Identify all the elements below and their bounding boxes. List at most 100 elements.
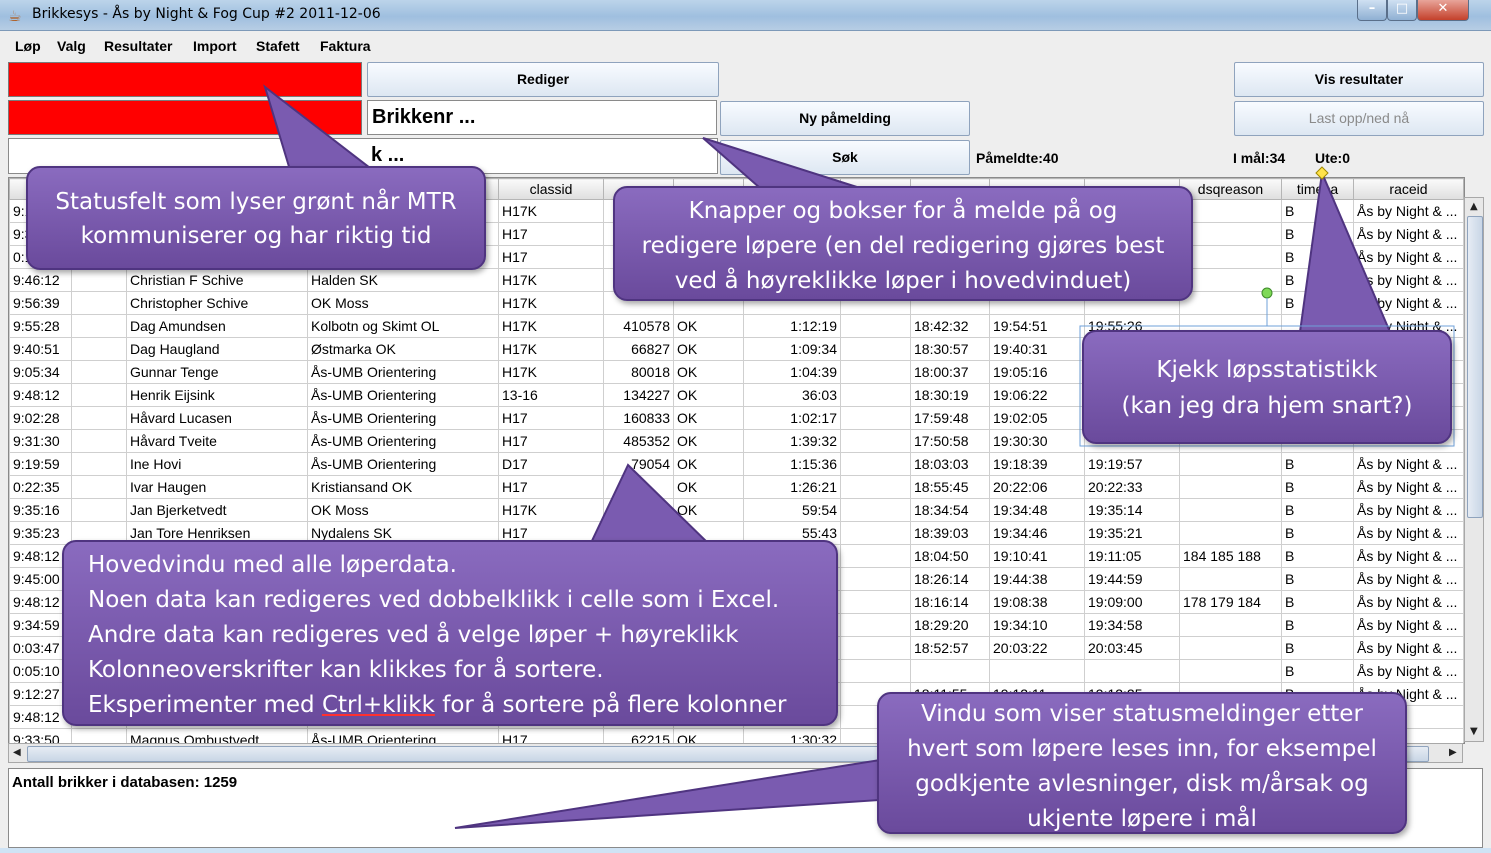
table-cell[interactable]: 18:30:57 — [910, 337, 990, 361]
table-cell[interactable]: 9:35:16 — [9, 498, 72, 522]
table-cell[interactable]: 17:59:48 — [910, 406, 990, 430]
table-cell[interactable]: 20:03:22 — [989, 636, 1085, 660]
table-cell[interactable]: 9:40:51 — [9, 337, 72, 361]
table-cell[interactable] — [840, 383, 911, 407]
table-cell[interactable]: 9:05:34 — [9, 360, 72, 384]
table-cell[interactable]: B — [1281, 291, 1354, 315]
brikkenr-input[interactable]: Brikkenr ... — [367, 100, 717, 135]
table-cell[interactable] — [603, 498, 674, 522]
scroll-left-icon[interactable]: ◀ — [13, 747, 21, 758]
table-cell[interactable]: H17K — [498, 360, 604, 384]
table-cell[interactable]: B — [1281, 199, 1354, 223]
table-cell[interactable]: H17K — [498, 291, 604, 315]
table-cell[interactable]: OK — [673, 383, 744, 407]
table-cell[interactable]: Ås by Night & ... — [1353, 268, 1464, 292]
table-cell[interactable]: Ivar Haugen — [126, 475, 308, 499]
table-cell[interactable]: 19:08:38 — [989, 590, 1085, 614]
table-cell[interactable]: B — [1281, 521, 1354, 545]
menu-faktura[interactable]: Faktura — [320, 38, 371, 54]
table-cell[interactable]: H17 — [498, 728, 604, 743]
table-cell[interactable]: Ås by Night & ... — [1353, 452, 1464, 476]
scroll-up-icon[interactable]: ▲ — [1470, 201, 1478, 212]
table-cell[interactable]: 80018 — [603, 360, 674, 384]
table-cell[interactable] — [71, 383, 127, 407]
table-cell[interactable] — [989, 659, 1085, 683]
table-cell[interactable]: Ås by Night & ... — [1353, 659, 1464, 683]
table-cell[interactable]: 19:34:46 — [989, 521, 1085, 545]
table-cell[interactable]: 18:29:20 — [910, 613, 990, 637]
table-cell[interactable]: B — [1281, 452, 1354, 476]
maximize-button[interactable]: □ — [1387, 0, 1417, 21]
table-cell[interactable]: OK — [673, 406, 744, 430]
table-cell[interactable]: Jan Bjerketvedt — [126, 498, 308, 522]
table-cell[interactable] — [1179, 475, 1282, 499]
table-cell[interactable]: 18:00:37 — [910, 360, 990, 384]
table-cell[interactable] — [71, 452, 127, 476]
table-cell[interactable] — [840, 314, 911, 338]
table-cell[interactable] — [840, 452, 911, 476]
table-cell[interactable]: Dag Haugland — [126, 337, 308, 361]
table-cell[interactable]: 1:26:21 — [743, 475, 841, 499]
table-cell[interactable]: 19:09:00 — [1084, 590, 1180, 614]
table-cell[interactable]: 9:02:28 — [9, 406, 72, 430]
table-cell[interactable]: Ås-UMB Orientering — [307, 360, 499, 384]
table-cell[interactable] — [840, 360, 911, 384]
table-cell[interactable]: 5 — [1179, 268, 1282, 292]
table-cell[interactable] — [1179, 636, 1282, 660]
table-cell[interactable]: Magnus Ombustvedt — [126, 728, 308, 743]
table-cell[interactable] — [71, 314, 127, 338]
table-cell[interactable]: H17 — [498, 406, 604, 430]
table-cell[interactable] — [1179, 498, 1282, 522]
table-cell[interactable] — [840, 337, 911, 361]
table-row[interactable]: 9:19:59 Ine Hovi Ås-UMB Orientering D17 7905… — [9, 452, 1464, 476]
table-cell[interactable]: Ås by Night & ... — [1353, 544, 1464, 568]
table-cell[interactable]: OK — [673, 452, 744, 476]
table-cell[interactable]: 18:34:54 — [910, 498, 990, 522]
table-cell[interactable] — [1179, 291, 1282, 315]
table-cell[interactable]: 66827 — [603, 337, 674, 361]
table-cell[interactable]: 9:55:28 — [9, 314, 72, 338]
table-cell[interactable] — [71, 475, 127, 499]
table-cell[interactable]: 18:55:45 — [910, 475, 990, 499]
table-cell[interactable]: D17 — [498, 452, 604, 476]
table-cell[interactable]: 19:35:21 — [1084, 521, 1180, 545]
table-cell[interactable] — [1179, 659, 1282, 683]
table-cell[interactable]: H17K — [498, 337, 604, 361]
table-cell[interactable]: H17K — [498, 268, 604, 292]
table-cell[interactable]: H17 — [498, 475, 604, 499]
table-cell[interactable]: Ås by Night & ... — [1353, 613, 1464, 637]
table-cell[interactable]: 18:16:14 — [910, 590, 990, 614]
table-cell[interactable] — [840, 613, 911, 637]
table-cell[interactable]: 184 185 188 — [1179, 544, 1282, 568]
table-cell[interactable]: B — [1281, 567, 1354, 591]
table-cell[interactable] — [840, 544, 911, 568]
table-cell[interactable]: 20:22:06 — [989, 475, 1085, 499]
table-cell[interactable] — [1179, 222, 1282, 246]
column-header[interactable]: classid — [498, 178, 604, 200]
table-cell[interactable]: 19:05:16 — [989, 360, 1085, 384]
table-cell[interactable] — [840, 475, 911, 499]
table-cell[interactable]: B — [1281, 544, 1354, 568]
table-row[interactable]: 0:22:35 Ivar Haugen Kristiansand OK H17 OK 1:… — [9, 475, 1464, 499]
table-cell[interactable]: Ine Hovi — [126, 452, 308, 476]
table-cell[interactable] — [603, 475, 674, 499]
column-header[interactable]: raceid — [1353, 178, 1464, 200]
table-cell[interactable] — [1084, 659, 1180, 683]
table-cell[interactable]: 62215 — [603, 728, 674, 743]
table-cell[interactable]: Ås-UMB Orientering — [307, 383, 499, 407]
table-cell[interactable]: Ås by Night & ... — [1353, 567, 1464, 591]
table-cell[interactable] — [1179, 567, 1282, 591]
table-cell[interactable]: 9:35:23 — [9, 521, 72, 545]
table-cell[interactable]: 1:15:36 — [743, 452, 841, 476]
table-cell[interactable]: 59:54 — [743, 498, 841, 522]
table-cell[interactable]: Gunnar Tenge — [126, 360, 308, 384]
table-cell[interactable] — [1179, 245, 1282, 269]
table-cell[interactable] — [71, 498, 127, 522]
table-cell[interactable]: 19:18:39 — [989, 452, 1085, 476]
table-cell[interactable]: OK Moss — [307, 498, 499, 522]
table-cell[interactable]: Ås by Night & ... — [1353, 498, 1464, 522]
table-cell[interactable] — [71, 337, 127, 361]
table-cell[interactable]: 79054 — [603, 452, 674, 476]
table-cell[interactable]: 36:03 — [743, 383, 841, 407]
table-cell[interactable]: 1:02:17 — [743, 406, 841, 430]
